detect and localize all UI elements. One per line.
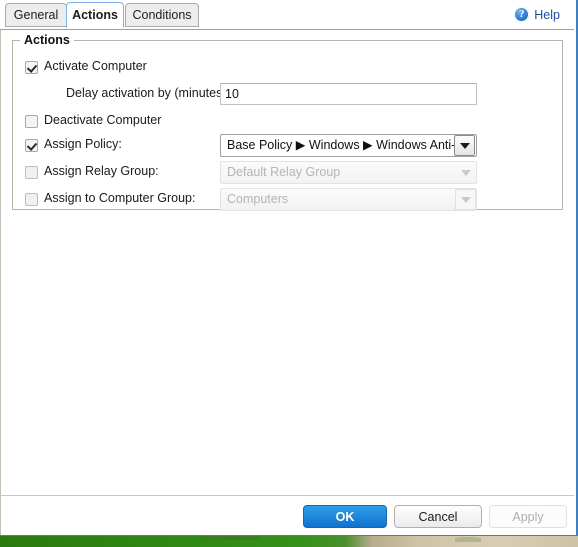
actions-group-box: Actions Activate Computer Delay activati… <box>12 33 563 212</box>
actions-group-legend: Actions <box>20 33 74 47</box>
dropdown-assign-computer-group: Computers <box>220 188 477 211</box>
apply-button: Apply <box>489 505 567 528</box>
tab-conditions[interactable]: Conditions <box>125 3 199 27</box>
row-delay-activation: Delay activation by (minutes): <box>13 83 562 106</box>
arrow-glyph <box>460 169 471 176</box>
tab-general[interactable]: General <box>5 3 67 27</box>
ok-button[interactable]: OK <box>303 505 387 528</box>
help-link[interactable]: ? Help <box>514 7 560 22</box>
checkbox-assign-relay-group[interactable] <box>25 166 38 179</box>
desktop-texture-1 <box>455 537 481 542</box>
dropdown-assign-relay-group: Default Relay Group <box>220 161 477 184</box>
label-deactivate-computer: Deactivate Computer <box>44 113 162 127</box>
label-activate-computer: Activate Computer <box>44 59 147 73</box>
dialog-window: General Actions Conditions ? Help Action… <box>0 0 578 537</box>
checkbox-assign-policy[interactable] <box>25 139 38 152</box>
dropdown-assign-computer-group-value: Computers <box>227 192 289 206</box>
dropdown-assign-policy-value: Base Policy ▶ Windows ▶ Windows Anti-Mal <box>227 138 454 152</box>
row-assign-relay-group: Assign Relay Group: Default Relay Group <box>13 161 562 185</box>
arrow-glyph <box>459 142 470 149</box>
tab-actions[interactable]: Actions <box>66 2 124 28</box>
arrow-glyph <box>460 196 471 203</box>
desktop-texture-2 <box>200 536 260 540</box>
label-assign-policy: Assign Policy: <box>44 137 122 151</box>
checkbox-assign-computer-group[interactable] <box>25 193 38 206</box>
dropdown-assign-policy[interactable]: Base Policy ▶ Windows ▶ Windows Anti-Mal <box>220 134 477 157</box>
label-assign-computer-group: Assign to Computer Group: <box>44 191 196 205</box>
label-delay-activation: Delay activation by (minutes): <box>66 86 230 100</box>
chevron-down-icon[interactable] <box>454 135 475 156</box>
label-assign-relay-group: Assign Relay Group: <box>44 164 159 178</box>
desktop-background-strip <box>0 536 578 547</box>
row-activate-computer: Activate Computer <box>13 58 562 80</box>
chevron-down-icon <box>455 189 476 210</box>
checkbox-activate-computer[interactable] <box>25 61 38 74</box>
checkbox-deactivate-computer[interactable] <box>25 115 38 128</box>
chevron-down-icon <box>455 162 476 183</box>
help-circle-icon: ? <box>514 7 530 22</box>
row-assign-policy: Assign Policy: Base Policy ▶ Windows ▶ W… <box>13 134 562 158</box>
tab-content-actions: Actions Activate Computer Delay activati… <box>0 30 574 495</box>
help-label: Help <box>534 7 560 22</box>
delay-activation-input[interactable] <box>220 83 477 105</box>
row-assign-computer-group: Assign to Computer Group: Computers <box>13 188 562 212</box>
cancel-button[interactable]: Cancel <box>394 505 482 528</box>
tab-bar: General Actions Conditions <box>0 0 574 30</box>
row-deactivate-computer: Deactivate Computer <box>13 112 562 134</box>
dropdown-assign-relay-group-value: Default Relay Group <box>227 165 341 179</box>
dialog-footer: OK Cancel Apply <box>0 495 574 535</box>
